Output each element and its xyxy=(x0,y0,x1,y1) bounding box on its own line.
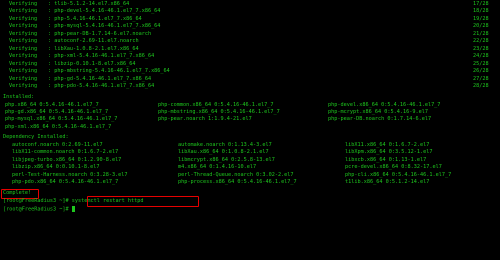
shell-prompt: [root@FreeRadius3 ~]# xyxy=(3,197,69,204)
dependency-package: m4.x86_64 0:1.4.16-10.el7 xyxy=(178,164,257,171)
dependency-package: libX11.x86_64 0:1.6.7-2.el7 xyxy=(345,141,430,148)
verify-label: Verifying xyxy=(9,8,38,15)
verify-package: : tlib-5.1.2-14.el7.x86_64 xyxy=(48,1,130,7)
verify-label: Verifying xyxy=(9,15,38,22)
verify-package: : autoconf-2.69-11.el7.noarch xyxy=(48,38,139,45)
command-text: systemctl restart httpd xyxy=(68,197,144,204)
verify-label: Verifying xyxy=(9,53,38,60)
dependency-package: php-cli.x86_64 0:5.4.16-46.1.el7_7 xyxy=(345,171,452,178)
installed-header: Installed: xyxy=(3,94,35,101)
dependency-package: libXau.x86_64 0:1.0.8-2.1.el7 xyxy=(178,149,269,156)
dependency-package: libXpm.x86_64 0:3.5.12-1.el7 xyxy=(345,149,433,156)
verify-package: : php-devel-5.4.16-46.1.el7_7.x86_64 xyxy=(48,8,161,15)
dependency-package: libX11-common.noarch 0:1.6.7-2.el7 xyxy=(12,149,119,156)
verify-package: : php-5.4.16-46.1.el7_7.x86_64 xyxy=(48,15,142,22)
installed-package: php-gd.x86_64 0:5.4.16-46.1.el7_7 xyxy=(5,109,109,116)
installed-package: php-mbstring.x86_64 0:5.4.16-46.1.el7_7 xyxy=(158,109,280,116)
installed-package: php-pear-DB.noarch 0:1.7.14-6.el7 xyxy=(328,116,432,123)
verify-package: : php-mysql-5.4.16-46.1.el7_7.x86_64 xyxy=(48,23,161,30)
complete-text: Complete! xyxy=(3,190,32,197)
verify-label: Verifying xyxy=(9,38,38,45)
dependency-package: libxcb.x86_64 0:1.13-1.el7 xyxy=(345,156,427,163)
dependency-package: autoconf.noarch 0:2.69-11.el7 xyxy=(12,141,103,148)
active-prompt-line: [root@FreeRadius3 ~]# xyxy=(3,206,75,213)
verify-label: Verifying xyxy=(9,1,38,7)
dependency-package: t1lib.x86_64 0:5.1.2-14.el7 xyxy=(345,179,430,186)
installed-package: php.x86_64 0:5.4.16-46.1.el7_7 xyxy=(5,101,99,108)
dependency-package: php-pdo.x86_64 0:5.4.16-46.1.el7_7 xyxy=(12,179,119,186)
installed-package: php-mcrypt.x86_64 0:5.4.16-9.el7 xyxy=(328,109,428,116)
dependency-package: php-process.x86_64 0:5.4.16-46.1.el7_7 xyxy=(178,179,297,186)
installed-package: php-pear.noarch 1:1.9.4-21.el7 xyxy=(158,116,252,123)
verify-label: Verifying xyxy=(9,23,38,30)
dependency-package: perl-Test-Harness.noarch 0:3.28-3.el7 xyxy=(12,171,128,178)
dependency-package: automake.noarch 0:1.13.4-3.el7 xyxy=(178,141,272,148)
verify-package: : php-pdo-5.4.16-46.1.el7_7.x86_64 xyxy=(48,82,155,89)
verify-package: : php-gd-5.4.16-46.1.el7_7.x86_64 xyxy=(48,75,152,82)
dependency-package: libjpeg-turbo.x86_64 0:1.2.90-8.el7 xyxy=(12,156,122,163)
installed-package: php-xml.x86_64 0:5.4.16-46.1.el7_7 xyxy=(5,123,112,130)
verify-package: : php-pear-DB-1.7.14-6.el7.noarch xyxy=(48,30,152,37)
verify-label: Verifying xyxy=(9,60,38,67)
complete-line: Complete! xyxy=(3,190,31,197)
terminal-window[interactable]: Verifying: tlib-5.1.2-14.el7.x86_64 17/28… xyxy=(0,0,500,260)
verify-label: Verifying xyxy=(9,30,38,37)
verify-package: : php-mbstring-5.4.16-46.1.el7_7.x86_64 xyxy=(48,68,170,75)
verify-package: : libzip-0.10.1-8.el7.x86_64 xyxy=(48,60,136,67)
dependency-package: libzip.x86_64 0:0.10.1-8.el7 xyxy=(12,164,100,171)
dependency-package: perl-Thread-Queue.noarch 0:3.02-2.el7 xyxy=(178,171,294,178)
command-line: [root@FreeRadius3 ~]# systemctl restart … xyxy=(3,198,144,205)
verify-label: Verifying xyxy=(9,75,38,82)
dependency-package: libmcrypt.x86_64 0:2.5.8-13.el7 xyxy=(178,156,275,163)
verify-label: Verifying xyxy=(9,68,38,75)
installed-package: php-common.x86_64 0:5.4.16-46.1.el7_7 xyxy=(158,101,274,108)
installed-package: php-devel.x86_64 0:5.4.16-46.1.el7_7 xyxy=(328,101,441,108)
installed-package: php-mysql.x86_64 0:5.4.16-46.1.el7_7 xyxy=(5,116,118,123)
verify-label: Verifying xyxy=(9,45,38,52)
verify-package: : libXau-1.0.8-2.1.el7.x86_64 xyxy=(48,45,139,52)
dependency-package: pcre-devel.x86_64 0:8.32-17.el7 xyxy=(345,164,442,171)
verify-label: Verifying xyxy=(9,82,38,89)
shell-prompt: [root@FreeRadius3 ~]# xyxy=(3,206,69,213)
verify-package: : php-xml-5.4.16-46.1.el7_7.x86_64 xyxy=(48,53,155,60)
dependency-header: Dependency Installed: xyxy=(3,134,69,141)
text-cursor xyxy=(71,206,75,213)
